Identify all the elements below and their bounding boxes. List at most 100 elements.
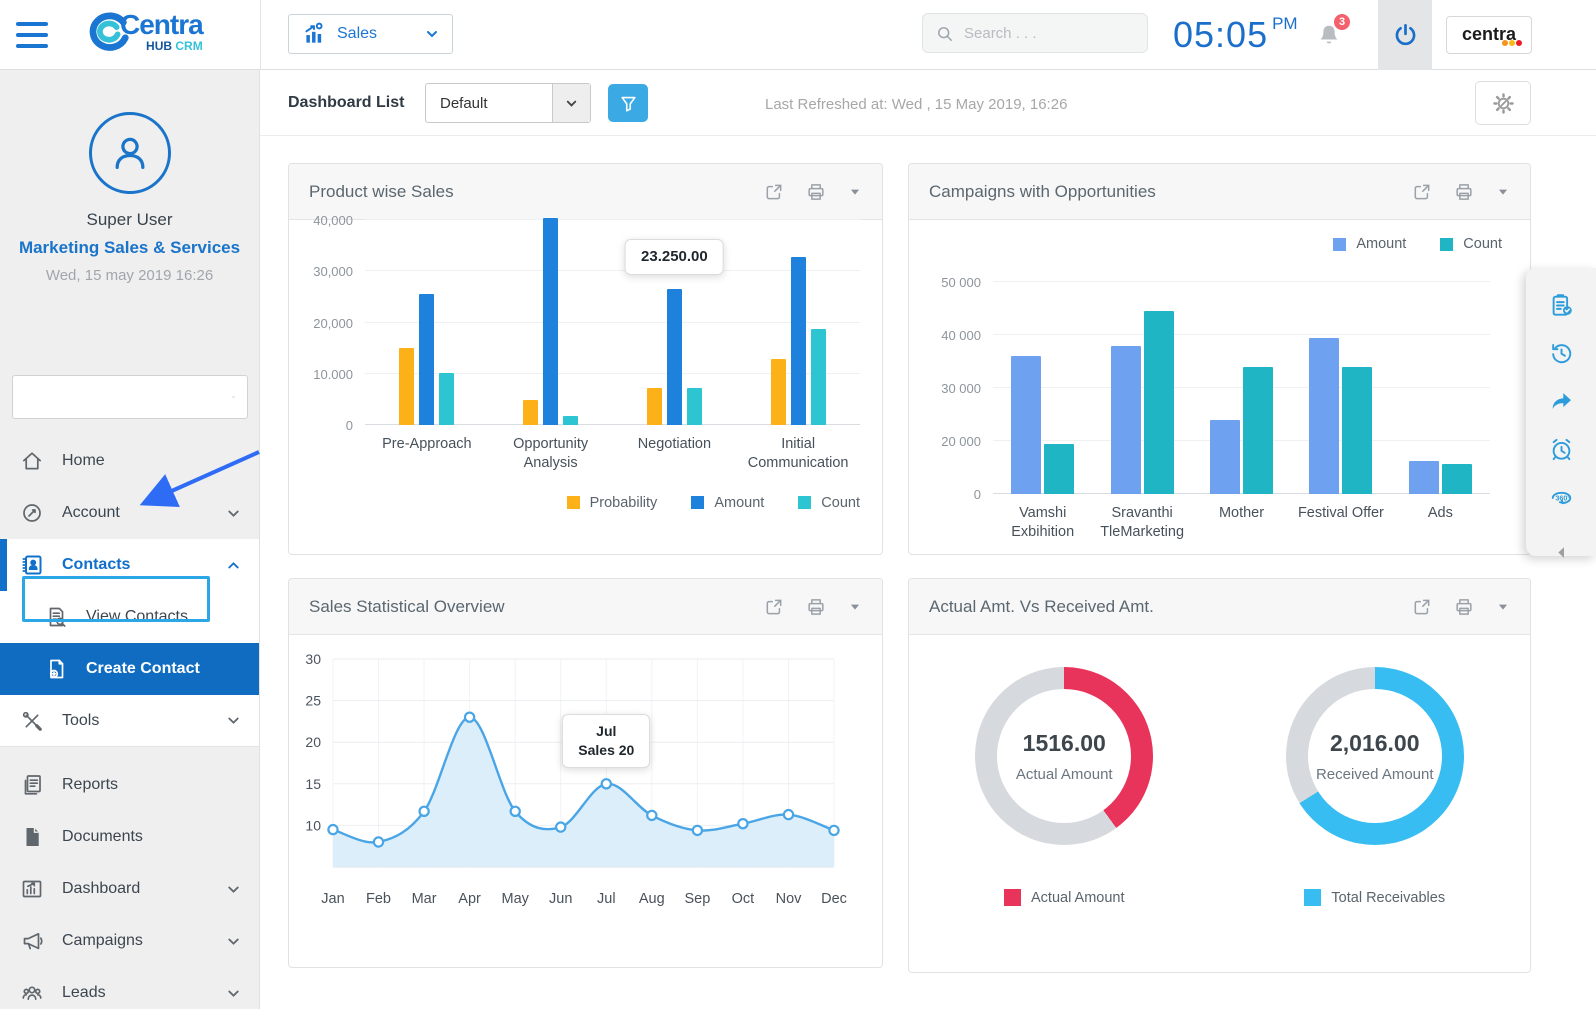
bar-count[interactable]: [439, 373, 455, 425]
print-icon[interactable]: [1454, 597, 1474, 617]
legend-item[interactable]: Amount: [1333, 236, 1406, 252]
chevron-down-icon: [225, 712, 242, 729]
expand-icon[interactable]: [1412, 182, 1432, 202]
legend-item[interactable]: Count: [1440, 236, 1502, 252]
actual-vs-received-chart[interactable]: 1516.00 Actual Amount 2,016.00 Received …: [909, 635, 1530, 906]
legend-swatch: [798, 496, 812, 510]
legend-item[interactable]: Count: [798, 495, 860, 511]
sidebar-item-leads[interactable]: Leads: [0, 967, 259, 1009]
legend-item[interactable]: Actual Amount: [1004, 889, 1125, 906]
donut-ring[interactable]: 1516.00 Actual Amount: [975, 667, 1154, 845]
y-axis-tick: 0: [345, 418, 353, 433]
share-icon[interactable]: [1548, 388, 1575, 415]
history-icon[interactable]: [1548, 340, 1575, 367]
y-axis-tick: 20 000: [941, 434, 981, 449]
sidebar-item-tools[interactable]: Tools: [0, 695, 259, 747]
sidebar-item-campaigns[interactable]: Campaigns: [0, 915, 259, 967]
sidebar-item-label: Create Contact: [86, 660, 200, 677]
bar-count[interactable]: [686, 388, 702, 425]
sidebar-item-account[interactable]: Account: [0, 487, 259, 539]
product-wise-sales-chart[interactable]: 0 10.000 20,000 30,000 40,000 23.250.00 Pre-Ap…: [289, 213, 882, 511]
module-selector[interactable]: Sales: [288, 14, 453, 54]
top-bar: Centra HUB CRM Sales 05:05PM: [0, 0, 1596, 70]
bar-amount[interactable]: [1011, 356, 1042, 494]
bar-amount[interactable]: [1309, 338, 1340, 494]
chart-legend: Amount Count: [1333, 236, 1502, 252]
bar-count[interactable]: [810, 329, 826, 425]
expand-icon[interactable]: [1412, 597, 1432, 617]
caret-down-icon[interactable]: [848, 185, 862, 199]
sidebar-item-reports[interactable]: Reports: [0, 759, 259, 811]
expand-icon[interactable]: [764, 182, 784, 202]
bar-count[interactable]: [1143, 311, 1174, 494]
legend-item[interactable]: Amount: [691, 495, 764, 511]
bar-amount[interactable]: [1210, 420, 1241, 494]
bar-amount[interactable]: [1110, 346, 1141, 494]
main-content: Dashboard List Default Last Refreshed at…: [260, 70, 1596, 1009]
print-icon[interactable]: [806, 597, 826, 617]
bar-count[interactable]: [1342, 367, 1373, 494]
chevron-down-icon[interactable]: [552, 84, 590, 122]
filter-button[interactable]: [608, 84, 648, 122]
sidebar-item-contacts[interactable]: Contacts: [0, 539, 259, 591]
sidebar-search-input[interactable]: [13, 388, 232, 406]
caret-down-icon[interactable]: [1496, 185, 1510, 199]
brand-sub-crm: CRM: [175, 38, 203, 53]
bar-probability[interactable]: [523, 400, 539, 425]
bar-probability[interactable]: [399, 348, 415, 425]
alarm-icon[interactable]: [1548, 436, 1575, 463]
tasks-icon[interactable]: [1548, 292, 1575, 319]
caret-down-icon[interactable]: [1496, 600, 1510, 614]
bar-count[interactable]: [1243, 367, 1274, 494]
legend-label: Amount: [1356, 236, 1407, 252]
print-icon[interactable]: [1454, 182, 1474, 202]
sidebar-item-view-contacts[interactable]: View Contacts: [0, 591, 259, 643]
sidebar-item-create-contact[interactable]: Create Contact: [0, 643, 259, 695]
menu-toggle-icon[interactable]: [16, 22, 48, 48]
global-search: [922, 13, 1148, 53]
collapse-left-icon[interactable]: [1553, 544, 1570, 561]
y-axis-tick: 0: [973, 487, 981, 502]
svg-text:20: 20: [305, 734, 321, 750]
bar-group: [736, 257, 860, 425]
donut-label: Received Amount: [1315, 765, 1434, 783]
bar-probability[interactable]: [646, 388, 662, 425]
user-department[interactable]: Marketing Sales & Services: [0, 238, 259, 258]
sales-statistical-chart[interactable]: 10 15 20 25 30 Jan Feb Mar Apr May Jun Jul Aug Sep Oct…: [303, 649, 882, 916]
card-header: Product wise Sales: [289, 164, 882, 220]
bar-amount[interactable]: [666, 289, 682, 425]
donut-actual-amount[interactable]: 1516.00 Actual Amount: [975, 667, 1154, 845]
deg360-icon[interactable]: 360°: [1548, 484, 1575, 511]
bar-count[interactable]: [563, 416, 579, 425]
logout-button[interactable]: [1378, 0, 1432, 70]
dashboard-icon: [20, 877, 44, 901]
expand-icon[interactable]: [764, 597, 784, 617]
sidebar-item-home[interactable]: Home: [0, 435, 259, 487]
bar-amount[interactable]: [1408, 461, 1439, 494]
company-logo-dots: [1502, 39, 1522, 46]
y-axis-tick: 40 000: [941, 328, 981, 343]
sidebar-item-documents[interactable]: Documents: [0, 811, 259, 863]
campaigns-opportunities-chart[interactable]: Amount Count 0 20 000 30 000 40 000 50 000 Vams…: [909, 220, 1530, 542]
dashboard-view-select[interactable]: Default: [425, 83, 591, 123]
chevron-down-icon: [225, 881, 242, 898]
notifications-button[interactable]: 3: [1316, 12, 1352, 50]
legend-item[interactable]: Probability: [566, 495, 657, 511]
sidebar-item-label: View Contacts: [86, 608, 188, 625]
donut-received-amount[interactable]: 2,016.00 Received Amount: [1285, 667, 1464, 845]
caret-down-icon[interactable]: [848, 600, 862, 614]
svg-text:15: 15: [305, 776, 321, 792]
bar-count[interactable]: [1441, 464, 1472, 494]
bar-count[interactable]: [1044, 444, 1075, 494]
sidebar-item-dashboard[interactable]: Dashboard: [0, 863, 259, 915]
legend-item[interactable]: Total Receivables: [1304, 889, 1445, 906]
bar-amount[interactable]: [543, 218, 559, 425]
donut-ring[interactable]: 2,016.00 Received Amount: [1285, 667, 1464, 845]
bar-probability[interactable]: [770, 359, 786, 425]
bar-amount[interactable]: [790, 257, 806, 425]
global-search-input[interactable]: [964, 24, 1124, 42]
print-icon[interactable]: [806, 182, 826, 202]
app-logo: Centra HUB CRM: [86, 8, 204, 54]
bar-amount[interactable]: [419, 294, 435, 425]
dashboard-settings-button[interactable]: [1475, 81, 1531, 125]
